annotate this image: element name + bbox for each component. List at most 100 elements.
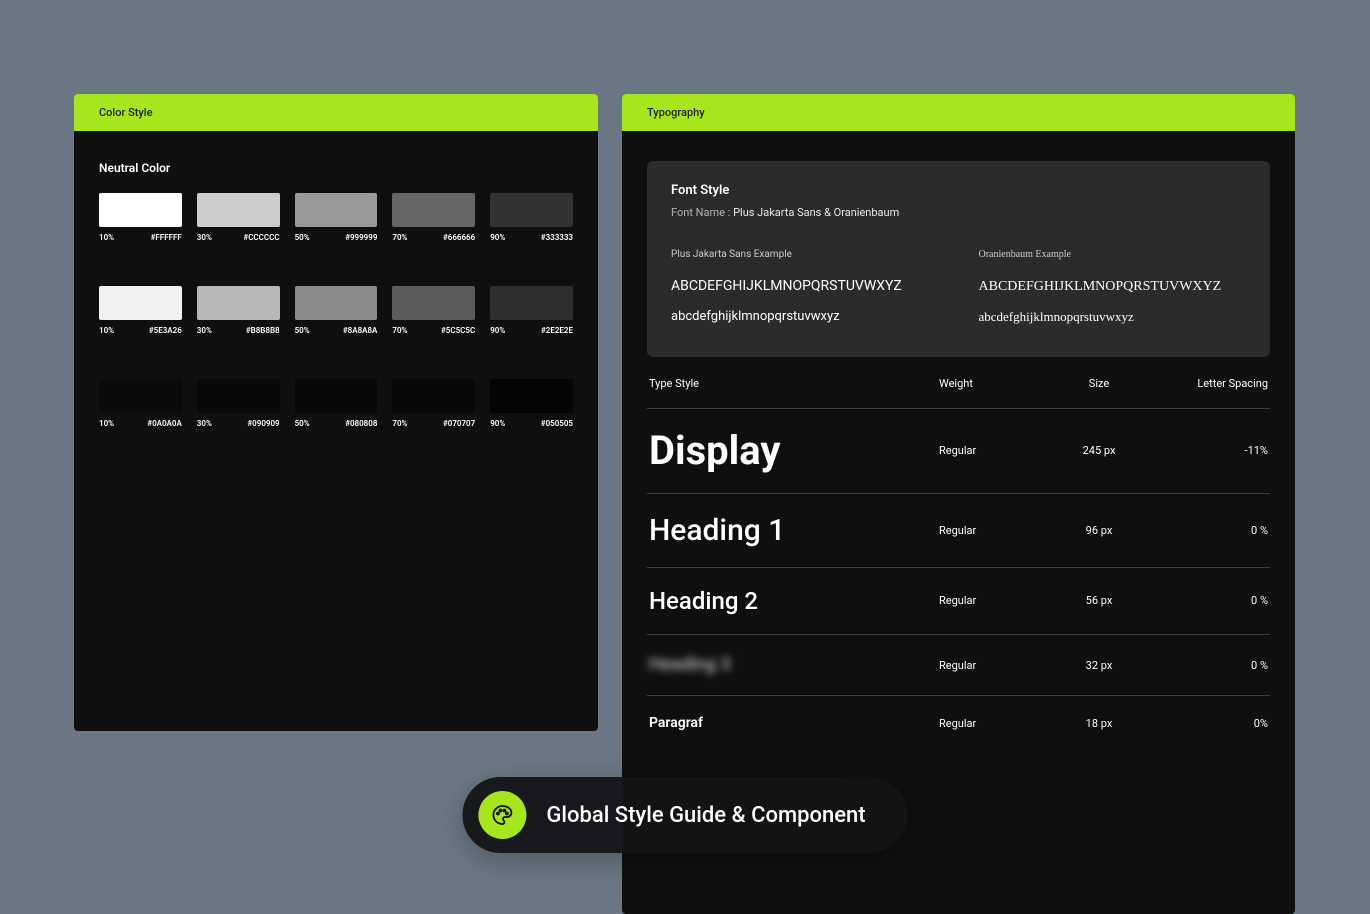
color-swatch: 30% #090909	[197, 379, 280, 428]
color-swatch: 90% #2E2E2E	[490, 286, 573, 335]
swatch-percent: 70%	[392, 326, 407, 335]
font-name-line: Font Name : Plus Jakarta Sans & Oranienb…	[671, 206, 1246, 219]
panel-header-typo: Typography	[622, 94, 1295, 131]
swatch-color	[197, 379, 280, 413]
th-type-style: Type Style	[649, 377, 939, 390]
swatch-color	[490, 286, 573, 320]
type-name: Paragraf	[649, 716, 939, 731]
swatch-hex: #090909	[247, 419, 279, 428]
swatch-percent: 10%	[99, 419, 114, 428]
type-size: 32 px	[1044, 659, 1154, 672]
type-row: Heading 3Regular32 px0 %	[647, 634, 1270, 695]
font-example-sans: Plus Jakarta Sans Example ABCDEFGHIJKLMN…	[671, 249, 939, 325]
swatch-meta: 90% #333333	[490, 233, 573, 242]
type-row: DisplayRegular245 px-11%	[647, 408, 1270, 493]
swatch-color	[197, 193, 280, 227]
swatch-color	[197, 286, 280, 320]
type-weight: Regular	[939, 717, 1044, 730]
type-weight: Regular	[939, 524, 1044, 537]
type-size: 96 px	[1044, 524, 1154, 537]
swatch-percent: 50%	[295, 233, 310, 242]
type-letter-spacing: -11%	[1154, 444, 1268, 457]
alphabet-lower-sans: abcdefghijklmnopqrstuvwxyz	[671, 309, 939, 324]
color-swatch: 70%#666666	[392, 193, 475, 242]
color-style-panel: Color Style Neutral Color 10% #FFFFFF 30% #…	[74, 94, 598, 731]
swatch-percent: 70%	[392, 233, 407, 242]
swatch-color	[392, 379, 475, 413]
swatch-color	[295, 286, 378, 320]
type-letter-spacing: 0 %	[1154, 659, 1268, 672]
swatch-percent: 70%	[392, 419, 407, 428]
font-example-label-sans: Plus Jakarta Sans Example	[671, 249, 939, 260]
swatch-hex: #5E3A26	[149, 326, 182, 335]
swatch-meta: 30% #B8B8B8	[197, 326, 280, 335]
color-swatch: 70%#070707	[392, 379, 475, 428]
swatch-grid: 10% #FFFFFF 30% #CCCCCC 50%#999999 70%#666666…	[99, 193, 573, 428]
swatch-percent: 10%	[99, 233, 114, 242]
swatch-color	[392, 286, 475, 320]
swatch-color	[99, 286, 182, 320]
swatch-meta: 30% #090909	[197, 419, 280, 428]
color-swatch: 50%#080808	[295, 379, 378, 428]
neutral-color-title: Neutral Color	[99, 161, 573, 175]
swatch-percent: 30%	[197, 419, 212, 428]
swatch-meta: 70%#5C5C5C	[392, 326, 475, 335]
type-weight: Regular	[939, 594, 1044, 607]
pill-text: Global Style Guide & Component	[546, 803, 865, 828]
swatch-hex: #8A8A8A	[343, 326, 378, 335]
color-swatch: 50%#999999	[295, 193, 378, 242]
swatch-hex: #CCCCCC	[243, 233, 279, 242]
swatch-hex: #333333	[541, 233, 573, 242]
swatch-meta: 70%#666666	[392, 233, 475, 242]
swatch-meta: 90% #2E2E2E	[490, 326, 573, 335]
font-style-title: Font Style	[671, 183, 1246, 198]
th-weight: Weight	[939, 377, 1044, 390]
swatch-percent: 90%	[490, 419, 505, 428]
swatch-percent: 90%	[490, 233, 505, 242]
swatch-hex: #2E2E2E	[541, 326, 573, 335]
type-name: Display	[649, 429, 939, 473]
type-size: 245 px	[1044, 444, 1154, 457]
swatch-meta: 10% #FFFFFF	[99, 233, 182, 242]
type-letter-spacing: 0 %	[1154, 524, 1268, 537]
swatch-color	[490, 379, 573, 413]
alphabet-lower-serif: abcdefghijklmnopqrstuvwxyz	[979, 309, 1247, 325]
swatch-hex: #FFFFFF	[151, 233, 182, 242]
type-letter-spacing: 0 %	[1154, 594, 1268, 607]
type-row: ParagrafRegular18 px0%	[647, 695, 1270, 751]
color-swatch: 90%#050505	[490, 379, 573, 428]
swatch-meta: 70%#070707	[392, 419, 475, 428]
swatch-percent: 10%	[99, 326, 114, 335]
th-size: Size	[1044, 377, 1154, 390]
swatch-percent: 30%	[197, 326, 212, 335]
color-swatch: 30% #CCCCCC	[197, 193, 280, 242]
type-weight: Regular	[939, 444, 1044, 457]
type-row: Heading 2Regular56 px0 %	[647, 567, 1270, 634]
swatch-percent: 30%	[197, 233, 212, 242]
font-name-value: Plus Jakarta Sans & Oranienbaum	[733, 206, 899, 219]
font-style-card: Font Style Font Name : Plus Jakarta Sans…	[647, 161, 1270, 357]
swatch-color	[295, 193, 378, 227]
swatch-meta: 10%#0A0A0A	[99, 419, 182, 428]
palette-icon	[478, 791, 526, 839]
type-size: 18 px	[1044, 717, 1154, 730]
swatch-percent: 90%	[490, 326, 505, 335]
font-example-serif: Oranienbaum Example ABCDEFGHIJKLMNOPQRST…	[979, 249, 1247, 325]
swatch-color	[99, 193, 182, 227]
swatch-color	[392, 193, 475, 227]
type-table-header: Type Style Weight Size Letter Spacing	[647, 377, 1270, 408]
panel-header-color: Color Style	[74, 94, 598, 131]
alphabet-upper-sans: ABCDEFGHIJKLMNOPQRSTUVWXYZ	[671, 275, 939, 299]
swatch-percent: 50%	[295, 326, 310, 335]
type-size: 56 px	[1044, 594, 1154, 607]
color-swatch: 10% #FFFFFF	[99, 193, 182, 242]
color-swatch: 50% #8A8A8A	[295, 286, 378, 335]
type-name: Heading 3	[649, 655, 939, 675]
swatch-meta: 50% #8A8A8A	[295, 326, 378, 335]
color-swatch: 30% #B8B8B8	[197, 286, 280, 335]
swatch-color	[490, 193, 573, 227]
swatch-hex: #080808	[345, 419, 377, 428]
swatch-hex: #B8B8B8	[246, 326, 280, 335]
color-swatch: 70%#5C5C5C	[392, 286, 475, 335]
color-swatch: 10% #5E3A26	[99, 286, 182, 335]
